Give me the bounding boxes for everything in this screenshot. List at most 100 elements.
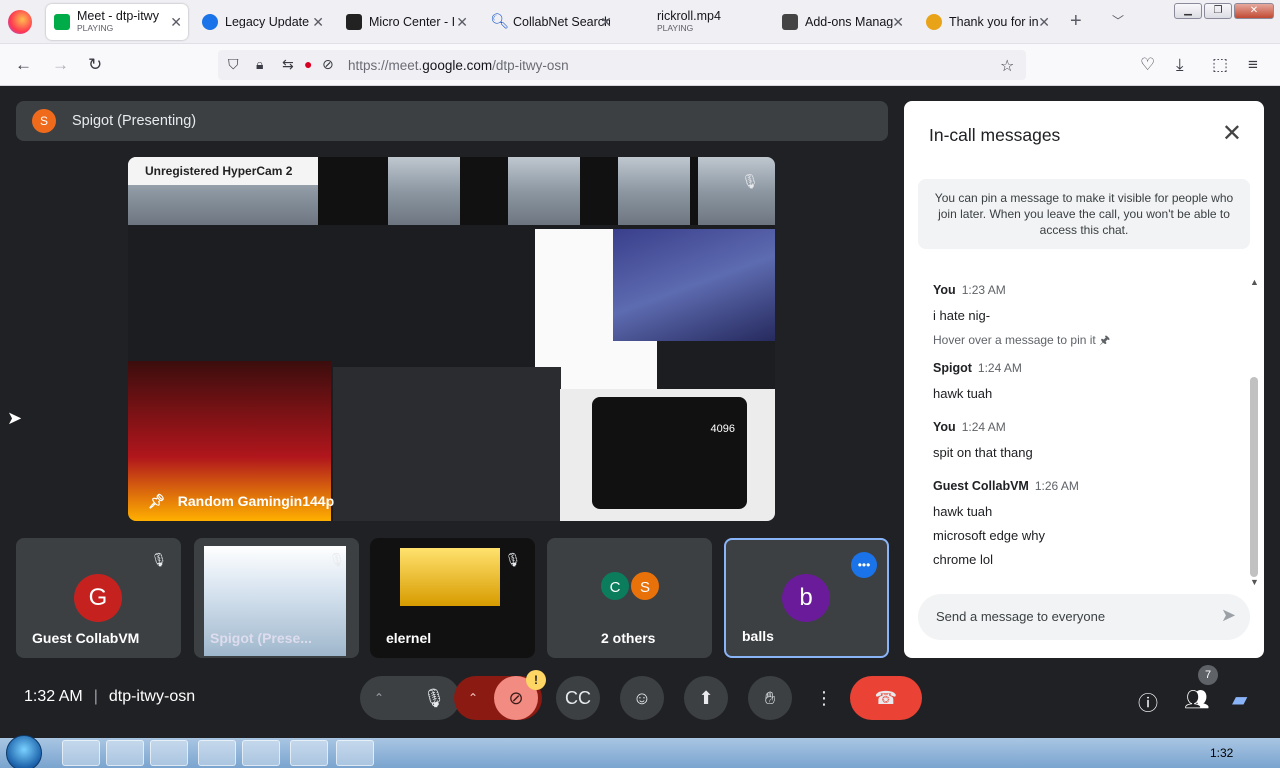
- avatar: G: [74, 574, 122, 622]
- browser-tab-bar: Meet - dtp-itwy PLAYING ✕ Legacy Update ✕…: [0, 0, 1280, 44]
- taskbar-clock[interactable]: 1:32: [1210, 746, 1233, 760]
- participant-tile[interactable]: 🎙︎ Spigot (Prese...: [194, 538, 359, 658]
- globe-icon: [202, 14, 218, 30]
- more-options-icon[interactable]: ⋮: [802, 676, 846, 720]
- participant-name: balls: [742, 628, 774, 644]
- tab-rickroll[interactable]: rickroll.mp4 PLAYING: [626, 4, 762, 40]
- permissions-icon[interactable]: ⇆: [282, 56, 294, 73]
- send-icon[interactable]: ➤: [1221, 605, 1236, 626]
- taskbar-app-icon[interactable]: [198, 740, 236, 766]
- chat-scrollbar[interactable]: ▲ ▼: [1248, 277, 1260, 593]
- people-count-badge: 7: [1198, 665, 1218, 685]
- message-text: microsoft edge why: [933, 528, 1045, 543]
- tab-addons[interactable]: Add-ons Manag ✕: [774, 4, 910, 40]
- present-screen-icon[interactable]: ⬆: [684, 676, 728, 720]
- mic-off-icon: 🎙︎: [504, 552, 521, 567]
- close-tab-icon[interactable]: ✕: [892, 14, 904, 31]
- participant-tile[interactable]: 🎙︎ elernel: [370, 538, 535, 658]
- more-options-icon[interactable]: •••: [851, 552, 877, 578]
- vlc-taskbar-icon[interactable]: [290, 740, 328, 766]
- sender-name: Guest CollabVM: [933, 479, 1029, 493]
- people-icon[interactable]: 👥︎: [1184, 687, 1209, 712]
- tab-legacy-update[interactable]: Legacy Update ✕: [194, 4, 330, 40]
- bookmark-star-icon[interactable]: ☆: [1000, 56, 1014, 76]
- pocket-icon[interactable]: ♡: [1140, 55, 1155, 75]
- downloads-icon[interactable]: ⤓: [1176, 55, 1184, 75]
- lock-icon[interactable]: 🔒︎: [256, 56, 263, 73]
- windows-taskbar: 1:32: [0, 735, 1280, 768]
- camera-options-chevron-icon[interactable]: ⌃: [468, 676, 478, 720]
- mic-control: ⌃ 🎙︎: [360, 676, 460, 720]
- message-time: 1:24 AM: [977, 361, 1022, 375]
- list-tabs-icon[interactable]: ﹀: [1112, 12, 1124, 29]
- window-close-icon[interactable]: ✕: [1234, 3, 1274, 19]
- tab-micro-center[interactable]: Micro Center - I ✕: [338, 4, 474, 40]
- taskbar-app-icon[interactable]: [336, 740, 374, 766]
- address-bar[interactable]: ⛉ 🔒︎ ⇆ ● ⊘ https://meet.google.com/dtp-i…: [218, 50, 1026, 80]
- microphone-icon[interactable]: ●: [304, 56, 312, 72]
- pin-icon[interactable]: 📌︎: [148, 493, 166, 510]
- emoji-icon[interactable]: ☺: [620, 676, 664, 720]
- close-tab-icon[interactable]: ✕: [1038, 14, 1050, 31]
- close-icon[interactable]: ✕: [1222, 119, 1242, 148]
- close-tab-icon[interactable]: ✕: [456, 14, 468, 31]
- scroll-down-icon[interactable]: ▼: [1250, 577, 1259, 587]
- participant-tile[interactable]: G 🎙︎ Guest CollabVM: [16, 538, 181, 658]
- scroll-up-icon[interactable]: ▲: [1250, 277, 1259, 287]
- taskbar-app-icon[interactable]: [62, 740, 100, 766]
- calculator-value: 4096: [710, 423, 735, 435]
- minimize-icon[interactable]: ▁: [1174, 3, 1202, 19]
- tab-title: CollabNet Search: [513, 16, 610, 28]
- sender-name: Spigot: [933, 361, 972, 375]
- crown-image: [400, 548, 500, 606]
- tab-collabnet[interactable]: 🔍︎ CollabNet Search ✕: [482, 4, 618, 40]
- extensions-icon[interactable]: ⬚: [1212, 55, 1228, 75]
- shared-screen[interactable]: Unregistered HyperCam 2 4096 🎙︎ 📌︎ Random…: [128, 157, 775, 521]
- message-text: i hate nig-: [933, 308, 991, 323]
- new-tab-button[interactable]: +: [1070, 10, 1082, 33]
- message-group[interactable]: You 1:23 AM i hate nig- Hover over a mess…: [933, 281, 1110, 352]
- reload-icon[interactable]: ↻: [88, 55, 102, 75]
- message-time: 1:26 AM: [1034, 479, 1079, 493]
- forward-icon[interactable]: →: [52, 55, 69, 75]
- chat-input[interactable]: Send a message to everyone ➤: [918, 594, 1250, 640]
- back-icon[interactable]: ←: [15, 55, 32, 75]
- close-tab-icon[interactable]: ✕: [170, 14, 182, 31]
- captions-icon[interactable]: CC: [556, 676, 600, 720]
- chat-icon[interactable]: ▰: [1232, 687, 1247, 712]
- message-group[interactable]: Guest CollabVM 1:26 AM hawk tuah microsof…: [933, 477, 1079, 567]
- participant-tile[interactable]: C S 2 others: [547, 538, 712, 658]
- firefox-taskbar-icon[interactable]: [150, 740, 188, 766]
- avatar: S: [629, 570, 661, 602]
- message-group[interactable]: Spigot 1:24 AM hawk tuah: [933, 359, 1022, 401]
- hamburger-menu-icon[interactable]: ≡: [1248, 55, 1258, 75]
- taskbar-app-icon[interactable]: [106, 740, 144, 766]
- others-avatars: C S: [599, 570, 661, 602]
- scrollbar-thumb[interactable]: [1250, 377, 1258, 577]
- message-text: chrome lol: [933, 552, 993, 567]
- mic-options-chevron-icon[interactable]: ⌃: [374, 676, 384, 720]
- message-group[interactable]: You 1:24 AM spit on that thang: [933, 418, 1033, 460]
- participant-tile[interactable]: ••• b balls: [724, 538, 889, 658]
- tab-thank-you[interactable]: Thank you for in ✕: [918, 4, 1056, 40]
- pin-hint: Hover over a message to pin it 🖈: [933, 333, 1111, 347]
- leave-call-icon[interactable]: ☎︎: [850, 676, 922, 720]
- participant-name: elernel: [386, 630, 432, 646]
- microphone-icon[interactable]: 🎙︎: [412, 676, 456, 720]
- info-icon[interactable]: ⓘ: [1138, 687, 1158, 716]
- raise-hand-icon[interactable]: ✋︎: [748, 676, 792, 720]
- presenting-bar: S Spigot (Presenting): [16, 101, 888, 141]
- camera-blocked-icon[interactable]: ⊘: [322, 56, 334, 73]
- url-text[interactable]: https://meet.google.com/dtp-itwy-osn: [348, 58, 569, 73]
- firefox-menu-icon[interactable]: [8, 10, 32, 34]
- taskbar-app-icon[interactable]: [242, 740, 280, 766]
- close-tab-icon[interactable]: ✕: [600, 14, 612, 31]
- tab-meet[interactable]: Meet - dtp-itwy PLAYING ✕: [46, 4, 188, 40]
- avatar: b: [782, 574, 830, 622]
- restore-icon[interactable]: ❐: [1204, 3, 1232, 19]
- participant-name: Spigot (Prese...: [210, 630, 312, 646]
- start-button[interactable]: [6, 735, 42, 768]
- shield-icon[interactable]: ⛉: [228, 56, 239, 73]
- close-tab-icon[interactable]: ✕: [312, 14, 324, 31]
- tab-playing-label: PLAYING: [657, 23, 694, 33]
